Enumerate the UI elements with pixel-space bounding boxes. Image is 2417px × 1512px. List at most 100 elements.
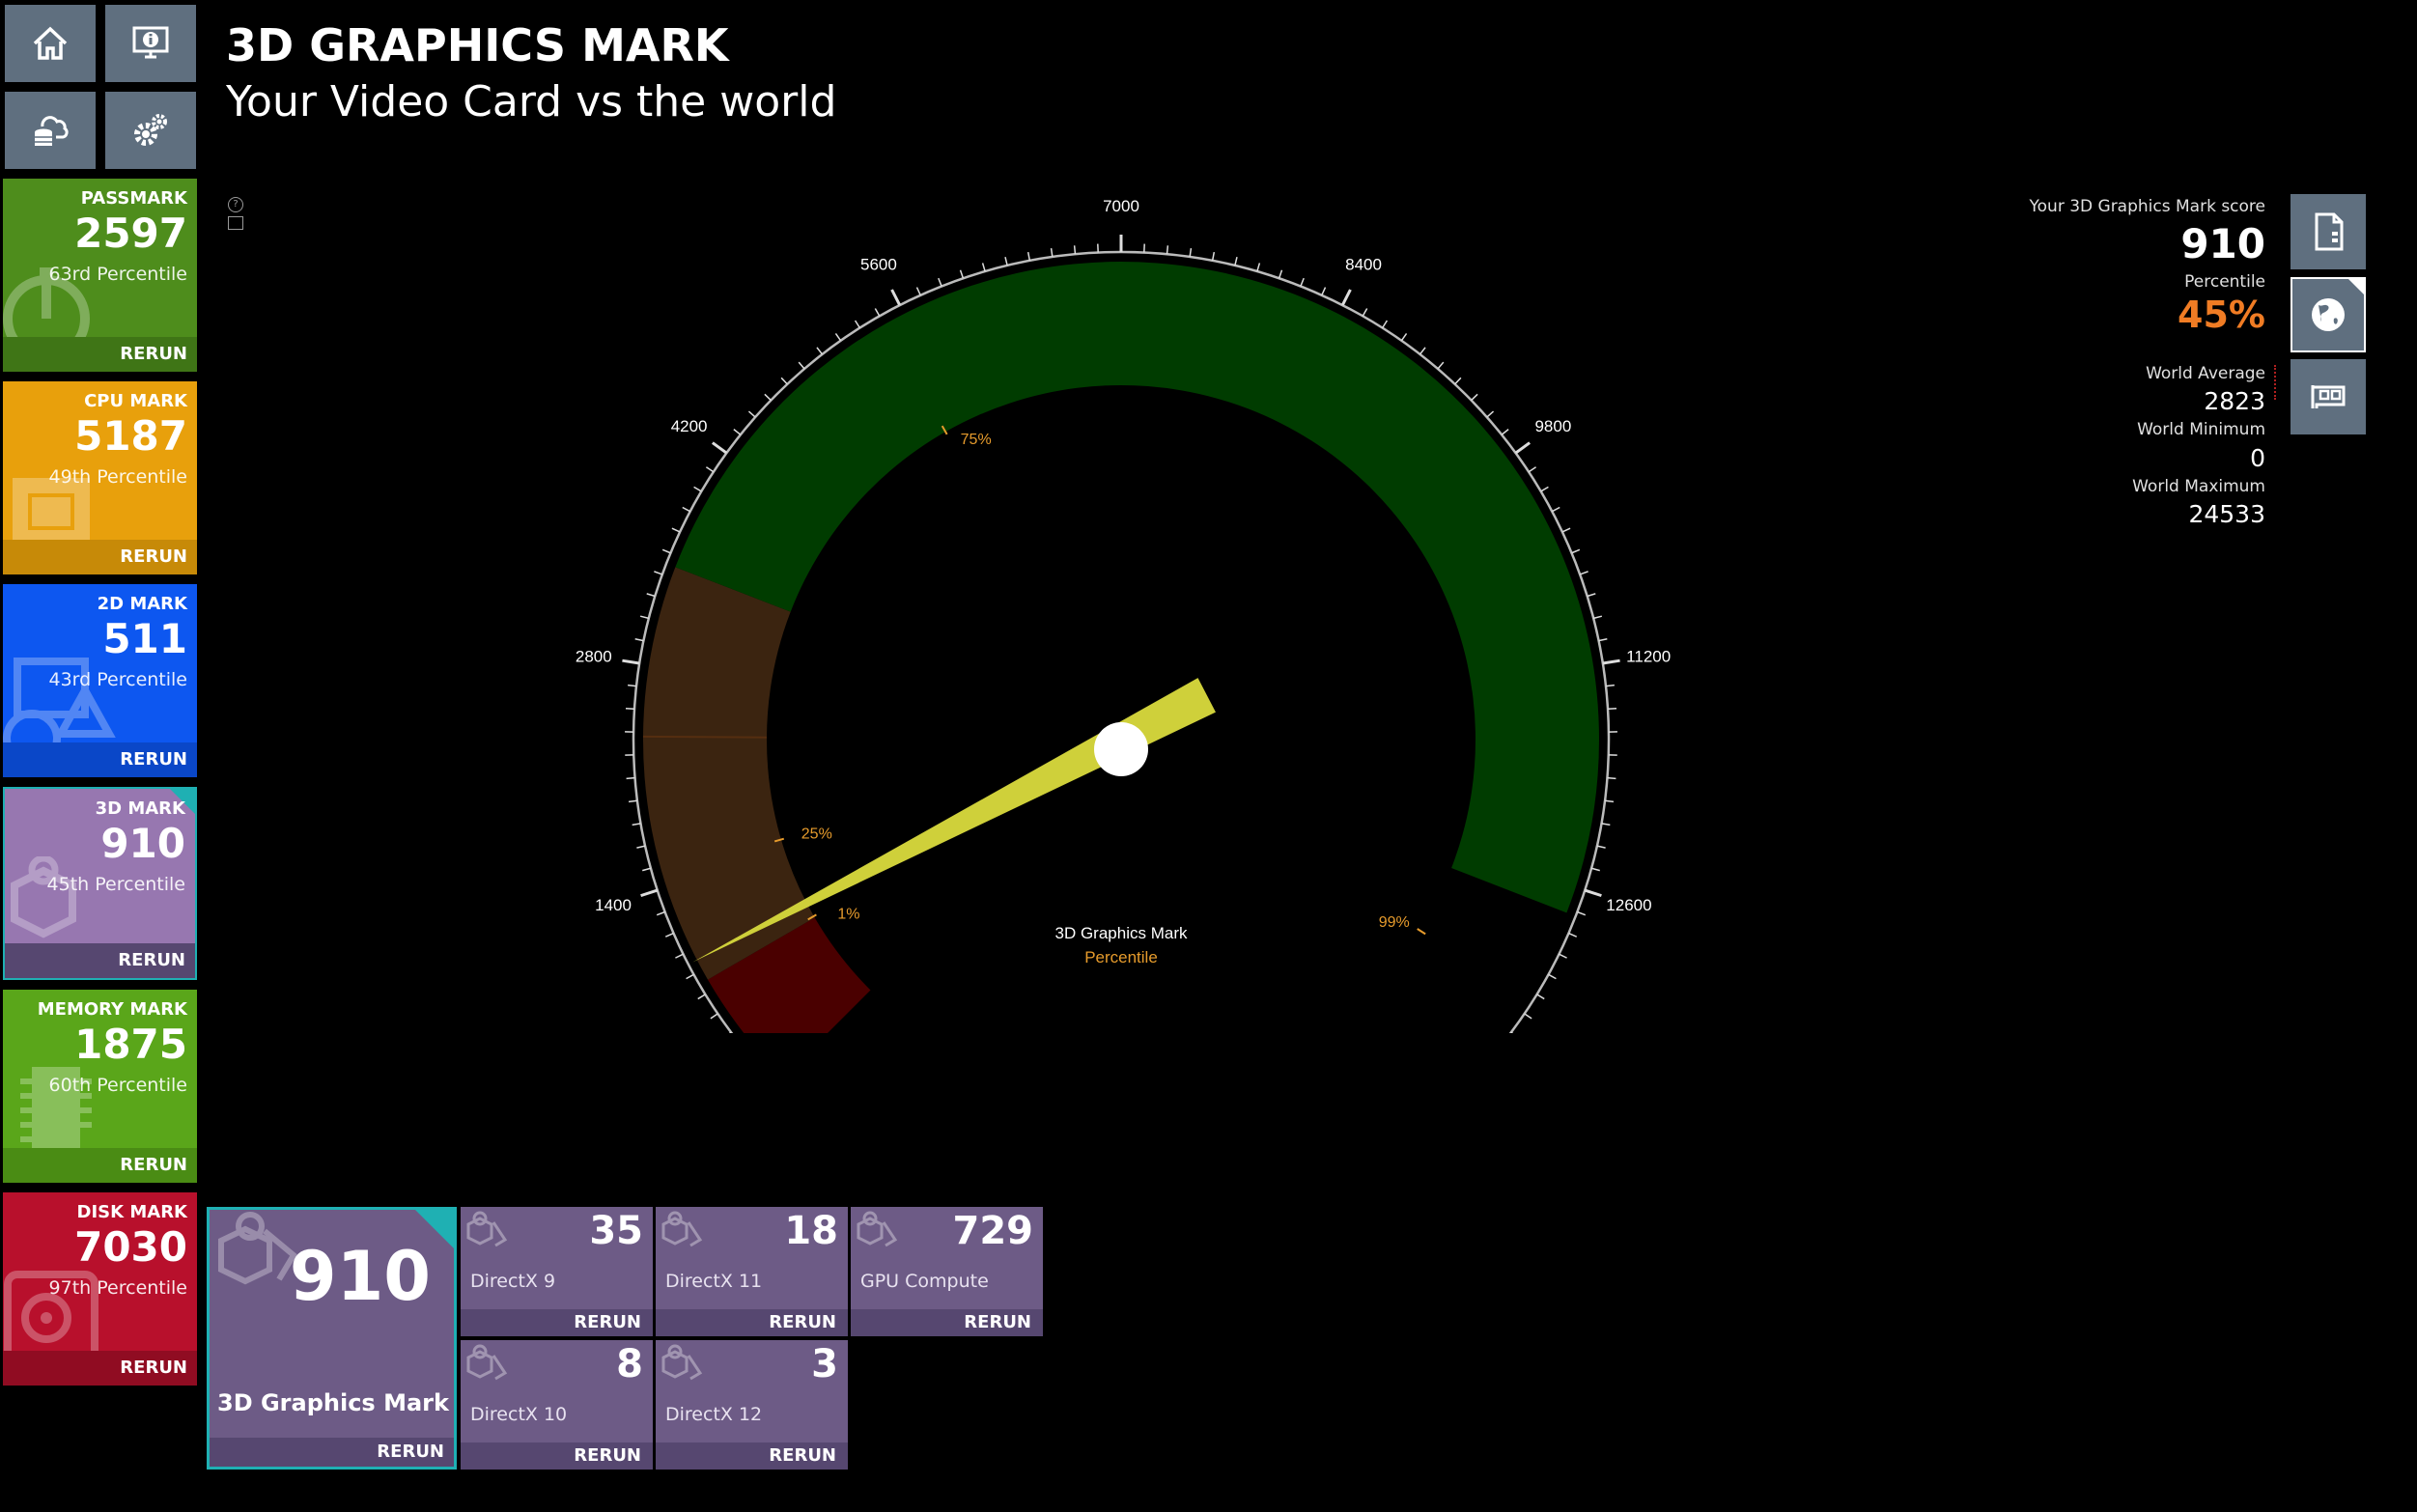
page-subtitle: Your Video Card vs the world	[226, 77, 837, 126]
tile-rerun-button[interactable]: RERUN	[3, 1148, 197, 1183]
gauge-percentile-label: 25%	[801, 826, 832, 843]
baselines-button[interactable]	[5, 92, 96, 169]
tile-rerun-button[interactable]: RERUN	[3, 540, 197, 574]
subtest-name: DirectX 11	[665, 1271, 763, 1292]
document-icon	[2315, 212, 2344, 251]
home-icon	[33, 26, 68, 60]
graphics-card-icon	[2311, 385, 2346, 408]
gauge-minor-tick	[1211, 251, 1216, 262]
tile-name: MEMORY MARK	[37, 999, 187, 1020]
gauge-minor-tick	[1559, 953, 1567, 959]
gauge-major-tick	[640, 888, 659, 898]
tile-2d-mark[interactable]: 2D MARK 511 43rd Percentile RERUN	[3, 584, 197, 777]
gauge-band-lower	[643, 567, 815, 980]
subtest-rerun-button[interactable]: RERUN	[656, 1309, 848, 1336]
gauge-minor-tick	[661, 548, 671, 554]
tile-rerun-button[interactable]: RERUN	[3, 742, 197, 777]
system-info-button[interactable]	[105, 5, 196, 82]
subtest-tile-directx-9[interactable]: 35 DirectX 9 RERUN	[461, 1207, 653, 1336]
world-average-value: 2823	[2204, 387, 2265, 415]
gauge-major-tick	[1340, 289, 1352, 306]
gauge-minor-tick	[938, 277, 942, 287]
world-maximum-label: World Maximum	[2132, 477, 2265, 496]
gauge-minor-tick	[1050, 248, 1054, 258]
gauge-minor-tick	[1362, 308, 1368, 317]
gauge-minor-tick	[1300, 277, 1305, 287]
world-minimum-value: 0	[2250, 444, 2265, 472]
tile-percentile: 49th Percentile	[48, 466, 187, 488]
gauge-minor-tick	[686, 973, 694, 980]
subtest-tile-directx-10[interactable]: 8 DirectX 10 RERUN	[461, 1340, 653, 1470]
gauge-minor-tick	[1540, 486, 1549, 492]
gauge-tick-label: 12600	[1606, 896, 1651, 914]
tile-disk-mark[interactable]: DISK MARK 7030 97th Percentile RERUN	[3, 1192, 197, 1386]
gauge-minor-tick	[632, 823, 641, 826]
gauge-minor-tick	[710, 1013, 718, 1020]
gauge-minor-tick	[682, 506, 691, 513]
tile-passmark[interactable]: PASSMARK 2597 63rd Percentile RERUN	[3, 179, 197, 372]
tile-percentile: 63rd Percentile	[48, 264, 188, 285]
gauge-major-tick	[890, 289, 902, 306]
gauge-minor-tick	[1166, 245, 1169, 255]
gauge-major-tick	[622, 658, 640, 665]
subtest-tile-gpu-compute[interactable]: 729 GPU Compute RERUN	[851, 1207, 1043, 1336]
subtest-score: 18	[784, 1209, 838, 1253]
gauge-minor-tick	[1437, 361, 1445, 370]
tile-rerun-button[interactable]: RERUN	[3, 1351, 197, 1386]
help-icon[interactable]: ?	[228, 197, 243, 212]
gauge-minor-tick	[1400, 333, 1408, 342]
gauge-major-tick	[1514, 441, 1531, 455]
main-3d-mark-tile[interactable]: 910 3D Graphics Mark RERUN	[207, 1207, 457, 1470]
tile-memory-mark[interactable]: MEMORY MARK 1875 60th Percentile RERUN	[3, 990, 197, 1183]
gauge-minor-tick	[747, 410, 756, 418]
subtest-tile-directx-11[interactable]: 18 DirectX 11 RERUN	[656, 1207, 848, 1336]
gauge-minor-tick	[1598, 638, 1608, 642]
cubes-icon	[466, 1211, 508, 1247]
tile-name: 3D MARK	[95, 798, 185, 819]
tile-percentile: 45th Percentile	[46, 874, 185, 895]
tile-percentile: 97th Percentile	[48, 1277, 187, 1299]
gauge-minor-tick	[705, 466, 715, 473]
gauge-major-tick	[1584, 888, 1602, 898]
tile-rerun-button[interactable]: RERUN	[3, 337, 197, 372]
gauge-tick-label: 8400	[1345, 255, 1382, 273]
gauge-minor-tick	[636, 845, 646, 849]
gauge-percentile-label: 1%	[837, 906, 859, 922]
tile-name: DISK MARK	[76, 1202, 187, 1222]
your-score-value: 910	[2180, 220, 2265, 267]
gauge-minor-tick	[1510, 1031, 1514, 1033]
gauge-minor-tick	[1579, 571, 1588, 575]
subtest-score: 729	[952, 1209, 1034, 1253]
report-button[interactable]	[2291, 194, 2366, 269]
tile-3d-mark[interactable]: 3D MARK 910 45th Percentile RERUN	[3, 787, 197, 980]
gauge-minor-tick	[1026, 251, 1031, 262]
gauge-minor-tick	[764, 393, 772, 402]
subtest-name: GPU Compute	[860, 1271, 989, 1292]
gauge-minor-tick	[874, 308, 881, 317]
gauge-minor-tick	[834, 333, 842, 342]
subtest-tile-directx-12[interactable]: 3 DirectX 12 RERUN	[656, 1340, 848, 1470]
gauge-tick-label: 9800	[1534, 417, 1571, 435]
settings-button[interactable]	[105, 92, 196, 169]
subtest-rerun-button[interactable]: RERUN	[656, 1442, 848, 1470]
subtest-rerun-button[interactable]: RERUN	[461, 1442, 653, 1470]
tile-rerun-button[interactable]: RERUN	[5, 943, 195, 978]
cubes-icon	[661, 1211, 703, 1247]
graphics-card-button[interactable]	[2291, 359, 2366, 434]
main-rerun-button[interactable]: RERUN	[210, 1438, 454, 1467]
export-icon[interactable]	[228, 216, 243, 230]
home-button[interactable]	[5, 5, 96, 82]
subtest-rerun-button[interactable]: RERUN	[851, 1309, 1043, 1336]
gauge-minor-tick	[1419, 347, 1426, 355]
gauge-center-sublabel: Percentile	[1084, 948, 1158, 966]
gauge-minor-tick	[1486, 410, 1495, 418]
gauge-minor-tick	[642, 867, 652, 872]
gauge-tick-label: 7000	[1103, 197, 1139, 215]
tile-cpu-mark[interactable]: CPU MARK 5187 49th Percentile RERUN	[3, 381, 197, 574]
subtest-rerun-button[interactable]: RERUN	[461, 1309, 653, 1336]
gauge-tick-label: 5600	[860, 255, 897, 273]
tile-name: PASSMARK	[80, 188, 187, 209]
world-comparison-button[interactable]	[2291, 277, 2366, 352]
gauge-minor-tick	[626, 776, 635, 780]
gauge-minor-tick	[1590, 867, 1600, 872]
